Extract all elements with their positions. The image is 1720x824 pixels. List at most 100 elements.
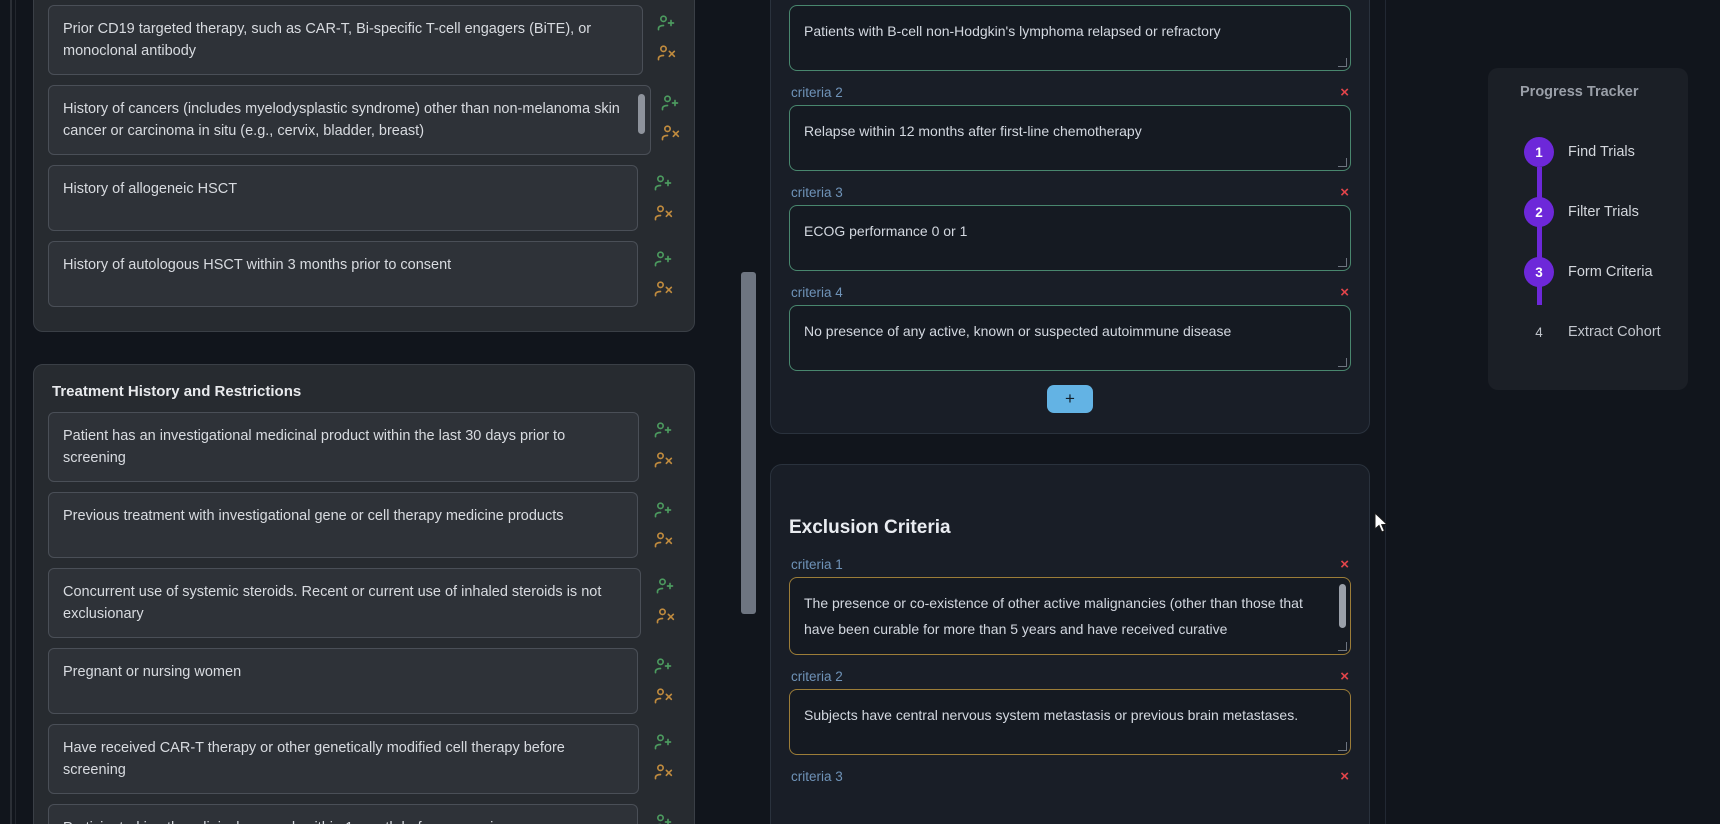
source-item-actions (659, 85, 680, 155)
user-x-icon[interactable] (653, 530, 673, 550)
step-label: Extract Cohort (1568, 324, 1661, 340)
source-criteria-text[interactable]: Have received CAR-T therapy or other gen… (48, 724, 639, 794)
list-item[interactable]: Previous treatment with investigational … (48, 492, 680, 558)
add-inclusion-criteria-button[interactable]: + (1047, 385, 1093, 413)
right-sidebar: Progress Tracker 1 Find Trials 2 Filter … (1400, 0, 1720, 824)
source-item-actions (646, 165, 680, 231)
user-x-icon[interactable] (653, 686, 673, 706)
delete-criteria-icon[interactable]: × (1340, 285, 1349, 300)
inclusion-criteria-value-2: Relapse within 12 months after first-lin… (804, 123, 1142, 139)
inclusion-criteria-input-4[interactable]: No presence of any active, known or susp… (789, 305, 1351, 371)
step-number: 4 (1535, 324, 1543, 340)
source-criteria-text[interactable]: History of allogeneic HSCT (48, 165, 638, 231)
inclusion-criteria-value-1: Patients with B-cell non-Hodgkin's lymph… (804, 23, 1221, 39)
criteria-builder-panel: Patients with B-cell non-Hodgkin's lymph… (770, 0, 1380, 824)
exclusion-criteria-input-2[interactable]: Subjects have central nervous system met… (789, 689, 1351, 755)
source-criteria-text[interactable]: Participated in other clinical research … (48, 804, 638, 824)
source-criteria-text[interactable]: History of cancers (includes myelodyspla… (48, 85, 652, 155)
inclusion-criteria-input-3[interactable]: ECOG performance 0 or 1 (789, 205, 1351, 271)
inclusion-criteria-card: Patients with B-cell non-Hodgkin's lymph… (770, 0, 1370, 434)
source-item-actions (649, 568, 680, 638)
exclusion-criteria-card: Exclusion Criteria criteria 1 × The pres… (770, 464, 1370, 824)
user-plus-icon[interactable] (653, 420, 673, 440)
user-plus-icon[interactable] (655, 576, 675, 596)
user-plus-icon[interactable] (653, 500, 673, 520)
list-item[interactable]: Participated in other clinical research … (48, 804, 680, 824)
resize-handle-icon[interactable] (1338, 158, 1347, 167)
list-item[interactable]: Have received CAR-T therapy or other gen… (48, 724, 680, 794)
user-x-icon[interactable] (655, 606, 675, 626)
delete-criteria-icon[interactable]: × (1340, 557, 1349, 572)
delete-criteria-icon[interactable]: × (1340, 669, 1349, 684)
inclusion-criteria-input-2[interactable]: Relapse within 12 months after first-lin… (789, 105, 1351, 171)
user-x-icon[interactable] (653, 762, 673, 782)
user-x-icon[interactable] (653, 450, 673, 470)
user-plus-icon[interactable] (656, 13, 676, 33)
user-plus-icon[interactable] (653, 656, 673, 676)
inclusion-criteria-value-3: ECOG performance 0 or 1 (804, 223, 968, 239)
source-criteria-text[interactable]: Concurrent use of systemic steroids. Rec… (48, 568, 642, 638)
user-plus-icon[interactable] (653, 732, 673, 752)
resize-handle-icon[interactable] (1338, 358, 1347, 367)
textarea-scrollbar[interactable] (638, 94, 646, 134)
delete-criteria-icon[interactable]: × (1340, 85, 1349, 100)
textarea-scrollbar[interactable] (1339, 584, 1346, 628)
step-number: 2 (1524, 197, 1554, 227)
exclusion-criteria-input-1[interactable]: The presence or co-existence of other ac… (789, 577, 1351, 655)
step-label: Filter Trials (1568, 204, 1639, 220)
source-criteria-text[interactable]: Pregnant or nursing women (48, 648, 638, 714)
list-item[interactable]: Pregnant or nursing women (48, 648, 680, 714)
resize-handle-icon[interactable] (1338, 742, 1347, 751)
source-card-medical-history: Prior CD19 targeted therapy, such as CAR… (33, 0, 695, 332)
list-item[interactable]: Patient has an investigational medicinal… (48, 412, 680, 482)
inclusion-criteria-value-4: No presence of any active, known or susp… (804, 323, 1232, 339)
list-item[interactable]: History of cancers (includes myelodyspla… (48, 85, 680, 155)
criteria-label: criteria 1 (791, 557, 843, 572)
list-item[interactable]: Concurrent use of systemic steroids. Rec… (48, 568, 680, 638)
source-criteria-text[interactable]: Patient has an investigational medicinal… (48, 412, 639, 482)
step-number: 3 (1524, 257, 1554, 287)
criteria-header: criteria 2 × (789, 669, 1351, 689)
source-criteria-text[interactable]: Previous treatment with investigational … (48, 492, 638, 558)
progress-step-filter-trials[interactable]: 2 Filter Trials (1502, 182, 1674, 242)
resize-handle-icon[interactable] (1338, 258, 1347, 267)
criteria-source-panel[interactable]: Prior CD19 targeted therapy, such as CAR… (18, 0, 718, 824)
user-x-icon[interactable] (660, 123, 680, 143)
progress-step-form-criteria[interactable]: 3 Form Criteria (1502, 242, 1674, 302)
user-x-icon[interactable] (653, 279, 673, 299)
user-plus-icon[interactable] (660, 93, 680, 113)
criteria-header: criteria 3 × (789, 769, 1351, 789)
criteria-header: criteria 4 × (789, 285, 1351, 305)
criteria-header: criteria 2 × (789, 85, 1351, 105)
source-item-actions (647, 412, 680, 482)
user-x-icon[interactable] (653, 203, 673, 223)
user-plus-icon[interactable] (653, 173, 673, 193)
add-criteria-row: + (789, 385, 1351, 413)
delete-criteria-icon[interactable]: × (1340, 185, 1349, 200)
left-panel-scrollbar-thumb[interactable] (741, 272, 756, 614)
criteria-label: criteria 3 (791, 185, 843, 200)
progress-step-extract-cohort[interactable]: 4 Extract Cohort (1502, 302, 1674, 362)
inclusion-criteria-input-1[interactable]: Patients with B-cell non-Hodgkin's lymph… (789, 5, 1351, 71)
source-item-actions (651, 5, 680, 75)
resize-handle-icon[interactable] (1338, 58, 1347, 67)
list-item[interactable]: Prior CD19 targeted therapy, such as CAR… (48, 5, 680, 75)
source-item-actions (646, 648, 680, 714)
progress-steps: 1 Find Trials 2 Filter Trials 3 Form Cri… (1502, 122, 1674, 362)
list-item[interactable]: History of autologous HSCT within 3 mont… (48, 241, 680, 307)
source-item-actions (647, 724, 680, 794)
user-plus-icon[interactable] (653, 249, 673, 269)
source-criteria-text[interactable]: History of autologous HSCT within 3 mont… (48, 241, 638, 307)
user-plus-icon[interactable] (653, 812, 673, 824)
resize-handle-icon[interactable] (1338, 642, 1347, 651)
list-item[interactable]: History of allogeneic HSCT (48, 165, 680, 231)
application-root: Prior CD19 targeted therapy, such as CAR… (0, 0, 1720, 824)
exclusion-criteria-value-1: The presence or co-existence of other ac… (804, 595, 1303, 637)
progress-step-find-trials[interactable]: 1 Find Trials (1502, 122, 1674, 182)
user-x-icon[interactable] (656, 43, 676, 63)
criteria-header: criteria 3 × (789, 185, 1351, 205)
progress-tracker: Progress Tracker 1 Find Trials 2 Filter … (1488, 68, 1688, 390)
delete-criteria-icon[interactable]: × (1340, 769, 1349, 784)
left-rail-divider-secondary (15, 0, 16, 824)
source-criteria-text[interactable]: Prior CD19 targeted therapy, such as CAR… (48, 5, 644, 75)
